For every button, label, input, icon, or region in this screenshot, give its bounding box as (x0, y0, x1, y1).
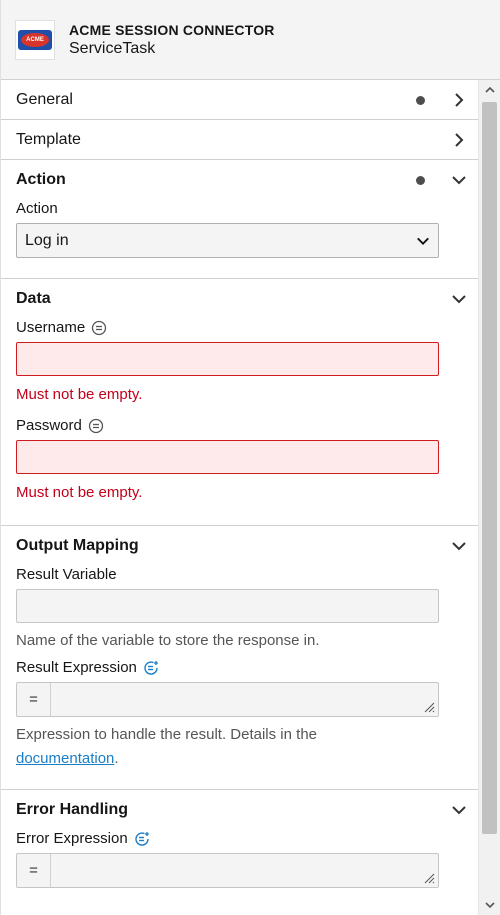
group-output-header[interactable]: Output Mapping (1, 526, 479, 566)
action-select-value: Log in (25, 231, 69, 249)
resize-grip-icon[interactable] (423, 701, 435, 713)
group-output-mapping: Output Mapping Result Variable Name of t… (1, 526, 479, 790)
username-label: Username (16, 319, 86, 336)
feel-equals-sign: = (17, 854, 51, 887)
panel-header: ACME ACME SESSION CONNECTOR ServiceTask (1, 0, 500, 80)
feel-optional-icon[interactable] (91, 320, 107, 336)
feel-required-icon[interactable] (143, 660, 159, 676)
error-expression-label: Error Expression (16, 830, 128, 847)
logo-text: ACME (21, 32, 49, 47)
chevron-down-icon[interactable] (451, 538, 467, 554)
scroll-up-arrow-icon[interactable] (484, 84, 496, 96)
resize-grip-icon[interactable] (423, 872, 435, 884)
chevron-down-icon[interactable] (451, 172, 467, 188)
data-marker-dot (416, 176, 425, 185)
group-template-label: Template (16, 130, 81, 148)
password-error: Must not be empty. (16, 484, 143, 501)
group-error-title: Error Handling (16, 801, 129, 818)
group-general-label: General (16, 90, 73, 108)
chevron-down-icon (417, 237, 429, 245)
scrollbar-thumb[interactable] (482, 102, 497, 834)
chevron-right-icon[interactable] (451, 132, 467, 148)
feel-optional-icon[interactable] (88, 418, 104, 434)
action-field-label: Action (16, 200, 58, 217)
group-template[interactable]: Template (1, 120, 479, 160)
chevron-right-icon[interactable] (451, 92, 467, 108)
result-variable-label: Result Variable (16, 566, 117, 583)
group-data-title: Data (16, 290, 51, 307)
result-expression-label: Result Expression (16, 659, 137, 676)
feel-equals-sign: = (17, 683, 51, 716)
group-output-title: Output Mapping (16, 537, 139, 554)
vertical-scrollbar[interactable] (478, 80, 500, 915)
group-general[interactable]: General (1, 80, 479, 120)
group-action-title: Action (16, 171, 66, 188)
username-input[interactable] (16, 342, 439, 376)
header-subtitle: ServiceTask (69, 39, 156, 57)
panel-content: General Template Action Action Log in Da… (1, 80, 479, 915)
group-action-header[interactable]: Action (1, 160, 479, 200)
group-error-header[interactable]: Error Handling (1, 790, 479, 830)
error-expression-editor[interactable]: = (16, 853, 439, 888)
group-error-handling: Error Handling Error Expression = (1, 790, 479, 908)
result-variable-hint: Name of the variable to store the respon… (16, 632, 320, 649)
group-data-header[interactable]: Data (1, 279, 479, 319)
username-error: Must not be empty. (16, 386, 143, 403)
password-label: Password (16, 417, 82, 434)
data-marker-dot (416, 96, 425, 105)
group-action: Action Action Log in (1, 160, 479, 279)
chevron-down-icon[interactable] (451, 291, 467, 307)
scroll-down-arrow-icon[interactable] (484, 899, 496, 911)
password-input[interactable] (16, 440, 439, 474)
feel-required-icon[interactable] (134, 831, 150, 847)
result-expression-hint: Expression to handle the result. Details… (16, 726, 318, 767)
group-data: Data Username Must not be empty. Passwor… (1, 279, 479, 526)
result-variable-input[interactable] (16, 589, 439, 623)
properties-panel: ACME ACME SESSION CONNECTOR ServiceTask … (0, 0, 500, 915)
action-select[interactable]: Log in (16, 223, 439, 258)
chevron-down-icon[interactable] (451, 802, 467, 818)
result-expression-editor[interactable]: = (16, 682, 439, 717)
connector-logo: ACME (15, 19, 55, 60)
header-title: ACME SESSION CONNECTOR (69, 21, 275, 38)
documentation-link[interactable]: documentation (16, 750, 114, 767)
